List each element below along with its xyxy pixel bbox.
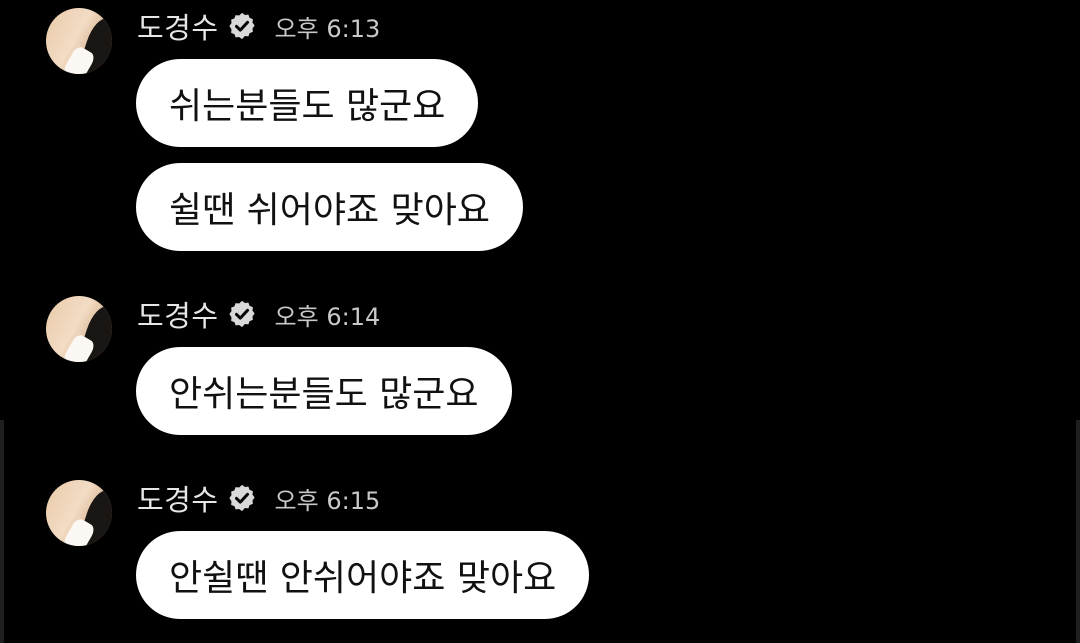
avatar[interactable] bbox=[46, 296, 112, 362]
message-text: 안쉬는분들도 많군요 bbox=[169, 374, 479, 415]
message-text: 쉴땐 쉬어야죠 맞아요 bbox=[169, 190, 490, 231]
message-time: 오후 6:13 bbox=[274, 14, 381, 43]
sender-name[interactable]: 도경수 bbox=[137, 477, 219, 519]
left-edge-divider bbox=[0, 420, 4, 643]
message-bubble[interactable]: 쉴땐 쉬어야죠 맞아요 bbox=[136, 163, 523, 251]
avatar[interactable] bbox=[46, 480, 112, 546]
verified-badge-icon bbox=[228, 484, 255, 512]
verified-badge-icon bbox=[228, 12, 255, 40]
avatar[interactable] bbox=[46, 8, 112, 74]
message-header: 도경수 오후 6:14 bbox=[137, 294, 380, 334]
message-time: 오후 6:15 bbox=[274, 486, 381, 515]
message-bubble[interactable]: 안쉬는분들도 많군요 bbox=[136, 347, 512, 435]
message-header: 도경수 오후 6:13 bbox=[137, 6, 380, 46]
message-bubble[interactable]: 쉬는분들도 많군요 bbox=[136, 59, 479, 147]
sender-name[interactable]: 도경수 bbox=[137, 5, 219, 47]
chat-feed[interactable]: 도경수 오후 6:13 쉬는분들도 많군요 쉴땐 쉬어야죠 맞아요 도경수 오후… bbox=[0, 0, 1080, 643]
sender-name[interactable]: 도경수 bbox=[137, 293, 219, 335]
message-text: 쉬는분들도 많군요 bbox=[169, 86, 446, 127]
verified-badge-icon bbox=[228, 300, 255, 328]
message-bubble[interactable]: 안쉴땐 안쉬어야죠 맞아요 bbox=[136, 531, 590, 619]
message-header: 도경수 오후 6:15 bbox=[137, 478, 380, 518]
message-time: 오후 6:14 bbox=[274, 302, 381, 331]
right-edge-divider bbox=[1076, 420, 1080, 643]
message-text: 안쉴땐 안쉬어야죠 맞아요 bbox=[169, 558, 557, 599]
